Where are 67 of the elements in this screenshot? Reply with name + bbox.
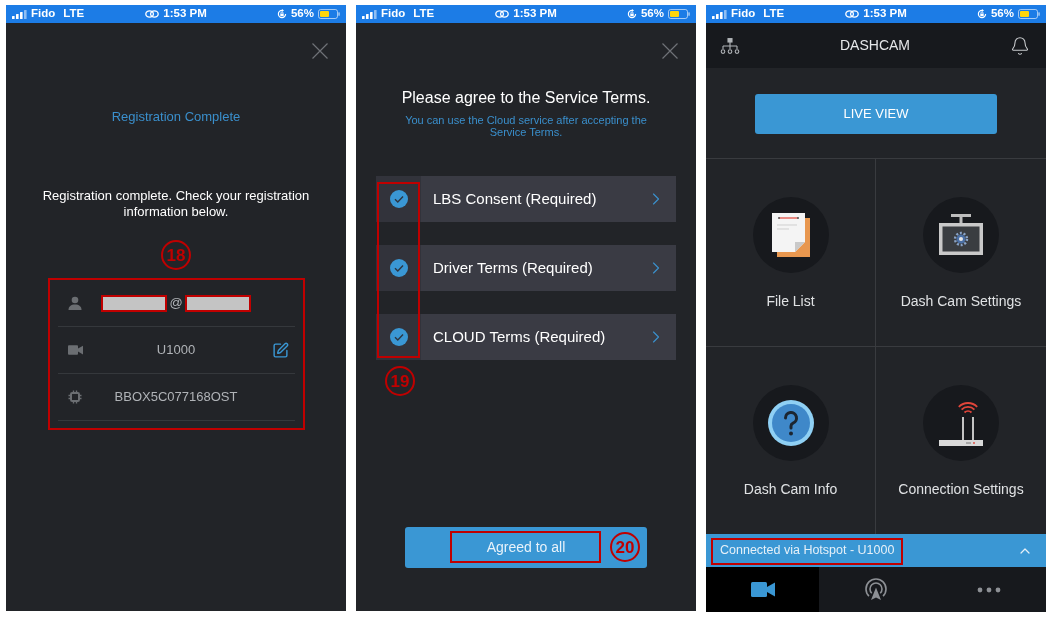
broadcast-icon [864, 577, 888, 602]
signal-icon [12, 9, 27, 19]
more-icon [977, 586, 1002, 593]
checkbox[interactable] [389, 190, 408, 208]
notification-bell-icon[interactable] [1010, 35, 1030, 56]
battery-percentage: 56% [990, 8, 1014, 20]
person-icon [67, 296, 82, 310]
terms-label: Driver Terms (Required) [433, 257, 594, 278]
link-icon [495, 10, 510, 18]
menu-tile[interactable]: Dash Cam Settings [876, 159, 1046, 347]
carrier-name: Fido [731, 8, 756, 20]
callout-number: 18 [161, 240, 191, 270]
menu-tile[interactable]: Connection Settings [876, 347, 1046, 534]
connection-status: Connected via Hotspot - U1000 [720, 542, 896, 560]
network-type: LTE [63, 8, 85, 20]
video-camera-icon [750, 582, 775, 597]
message-text: Registration complete. Check your registration information below. [41, 188, 311, 220]
close-icon[interactable] [662, 43, 678, 59]
battery-percentage: 56% [640, 8, 664, 20]
clock-time: 1:53 PM [163, 8, 207, 20]
signal-icon [712, 9, 727, 19]
carrier-name: Fido [31, 8, 56, 20]
battery-icon [1018, 9, 1040, 19]
checkbox[interactable] [389, 328, 408, 346]
documents-icon [752, 197, 829, 273]
info-value: U1000 [156, 341, 196, 360]
redaction-block [101, 294, 168, 312]
email-at-sign: @ [169, 294, 183, 313]
question-mark-icon [752, 385, 829, 461]
clock-time: 1:53 PM [863, 8, 907, 20]
link-icon [845, 10, 860, 18]
menu-tile[interactable]: Dash Cam Info [706, 347, 876, 534]
chip-icon [67, 390, 82, 404]
callout-number: 20 [610, 532, 640, 562]
rotation-lock-icon [626, 9, 637, 19]
terms-row[interactable]: CLOUD Terms (Required) [376, 314, 676, 360]
close-icon[interactable] [312, 43, 328, 59]
info-value: BBOX5C077168OST [114, 388, 238, 407]
terms-subheading: You can use the Cloud service after accepting the Service Terms. [404, 114, 648, 138]
checkbox[interactable] [389, 259, 408, 277]
rotation-lock-icon [276, 9, 287, 19]
network-type: LTE [413, 8, 435, 20]
tab[interactable] [706, 567, 820, 612]
camcorder-icon [67, 345, 83, 355]
edit-icon[interactable] [271, 341, 289, 359]
rotation-lock-icon [976, 9, 987, 19]
battery-icon [668, 9, 690, 19]
terms-label: CLOUD Terms (Required) [433, 326, 607, 347]
terms-label: LBS Consent (Required) [433, 188, 598, 209]
app-title: DASHCAM [839, 36, 911, 55]
redaction-block [184, 294, 251, 312]
network-type: LTE [763, 8, 785, 20]
terms-row[interactable]: Driver Terms (Required) [376, 245, 676, 291]
terms-heading: Please agree to the Service Terms. [400, 88, 652, 108]
callout-number: 19 [385, 366, 415, 396]
link-icon [145, 10, 160, 18]
carrier-name: Fido [381, 8, 406, 20]
monitor-gear-icon [923, 197, 999, 273]
menu-tile[interactable]: File List [706, 159, 876, 347]
screen-title: Registration Complete [110, 109, 242, 125]
hierarchy-icon[interactable] [720, 37, 740, 54]
battery-icon [318, 9, 340, 19]
battery-percentage: 56% [290, 8, 314, 20]
clock-time: 1:53 PM [513, 8, 557, 20]
router-icon [923, 385, 999, 461]
terms-row[interactable]: LBS Consent (Required) [376, 176, 676, 222]
signal-icon [362, 9, 377, 19]
